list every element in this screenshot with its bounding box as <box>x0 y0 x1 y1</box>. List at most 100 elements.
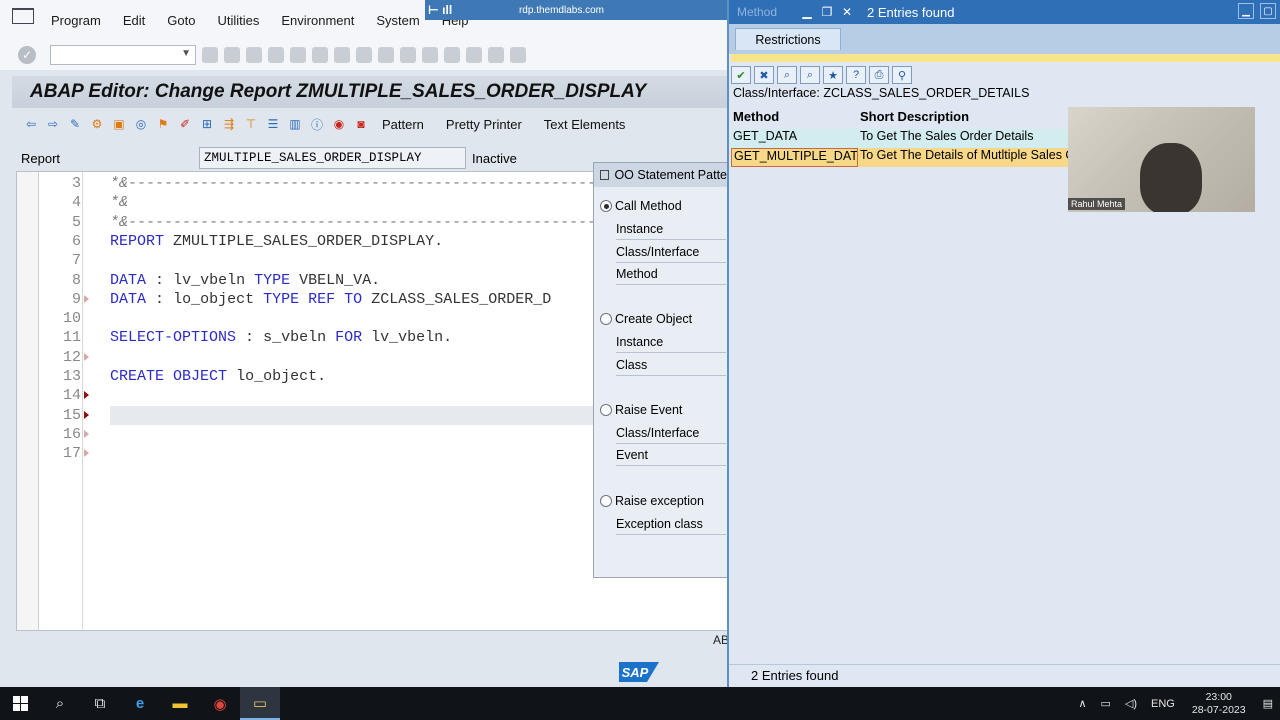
minimize-icon[interactable]: ▁ <box>797 5 817 19</box>
help-icon[interactable]: ? <box>846 66 866 84</box>
outline-icon[interactable]: ☰ <box>264 116 282 132</box>
call-method-option[interactable]: Call Method <box>600 199 682 213</box>
cancel-icon[interactable]: ✖ <box>754 66 774 84</box>
display-change-icon[interactable]: ✎ <box>66 116 84 132</box>
description-cell[interactable]: To Get The Details of Mutltiple Sales O <box>858 148 1071 167</box>
back-arrow-icon[interactable]: ⇦ <box>22 116 40 132</box>
activate-icon[interactable]: ⚑ <box>154 116 172 132</box>
next-page-icon[interactable] <box>400 47 416 63</box>
chevron-down-icon[interactable]: ▼ <box>181 48 191 59</box>
file-explorer-icon[interactable]: ▬ <box>160 687 200 720</box>
f4-maximize-icon[interactable]: ▢ <box>1260 3 1276 19</box>
menu-environment[interactable]: Environment <box>270 13 365 28</box>
class-interface-field-event[interactable]: Class/Interface <box>616 426 726 444</box>
command-field[interactable]: ▼ <box>50 45 196 65</box>
find-next-icon[interactable] <box>334 47 350 63</box>
where-used-icon[interactable]: ⊞ <box>198 116 216 132</box>
restrictions-toggle-bar[interactable] <box>731 54 1280 62</box>
create-object-radio[interactable] <box>600 313 612 325</box>
f4-minimize-icon[interactable]: ▁ <box>1238 3 1254 19</box>
forward-arrow-icon[interactable]: ⇨ <box>44 116 62 132</box>
active-inactive-icon[interactable]: ⚙ <box>88 116 106 132</box>
start-button[interactable] <box>0 687 40 720</box>
breakpoint-icon[interactable]: ◉ <box>330 116 348 132</box>
f4-status-bar: 2 Entries found <box>729 664 1280 686</box>
personalize-icon[interactable]: ⚲ <box>892 66 912 84</box>
first-page-icon[interactable] <box>356 47 372 63</box>
code-text: REPORT ZMULTIPLE_SALES_ORDER_DISPLAY. <box>110 232 444 250</box>
network-icon[interactable]: ▭ <box>1094 697 1118 710</box>
hierarchy-icon[interactable]: ⊤ <box>242 116 260 132</box>
print-icon[interactable]: ⎙ <box>869 66 889 84</box>
find-next-icon[interactable]: ⌕ <box>800 66 820 84</box>
event-field[interactable]: Event <box>616 448 726 466</box>
table-row[interactable]: GET_DATA To Get The Sales Order Details <box>731 129 1071 148</box>
last-page-icon[interactable] <box>422 47 438 63</box>
menu-utilities[interactable]: Utilities <box>206 13 270 28</box>
method-cell[interactable]: GET_MULTIPLE_DATA <box>731 148 858 167</box>
table-row-selected[interactable]: GET_MULTIPLE_DATA To Get The Details of … <box>731 148 1071 167</box>
new-session-icon[interactable] <box>444 47 460 63</box>
raise-event-radio[interactable] <box>600 404 612 416</box>
method-cell[interactable]: GET_DATA <box>731 129 858 148</box>
continue-icon[interactable]: ✔ <box>731 66 751 84</box>
menu-edit[interactable]: Edit <box>112 13 156 28</box>
task-view-icon[interactable]: ⧉ <box>80 687 120 720</box>
shortcut-icon[interactable] <box>466 47 482 63</box>
column-short-description[interactable]: Short Description <box>858 109 1071 129</box>
input-language[interactable]: ENG <box>1144 698 1182 710</box>
find-icon[interactable] <box>312 47 328 63</box>
column-method[interactable]: Method <box>731 109 858 129</box>
pin-icon[interactable]: ⊢ ıll <box>425 3 455 17</box>
pattern-button[interactable]: Pattern <box>382 117 424 132</box>
save-icon[interactable] <box>202 47 218 63</box>
description-cell[interactable]: To Get The Sales Order Details <box>858 129 1071 148</box>
enter-icon[interactable]: ✓ <box>18 46 36 64</box>
restore-icon[interactable]: ❐ <box>817 5 837 19</box>
window-menu-icon[interactable] <box>12 8 34 24</box>
print-icon[interactable] <box>290 47 306 63</box>
tray-overflow-icon[interactable]: ∧ <box>1071 697 1093 710</box>
split-screen-icon[interactable]: ▥ <box>286 116 304 132</box>
prev-page-icon[interactable] <box>378 47 394 63</box>
volume-icon[interactable]: ◁) <box>1118 697 1144 710</box>
instance-field-create[interactable]: Instance <box>616 335 726 353</box>
favorites-icon[interactable]: ★ <box>823 66 843 84</box>
sap-logon-icon[interactable]: ▭ <box>240 687 280 720</box>
instance-field[interactable]: Instance <box>616 222 726 240</box>
cancel-icon[interactable] <box>268 47 284 63</box>
class-interface-field[interactable]: Class/Interface <box>616 245 726 263</box>
text-elements-button[interactable]: Text Elements <box>544 117 626 132</box>
exit-icon[interactable] <box>246 47 262 63</box>
tab-restrictions[interactable]: Restrictions <box>735 28 841 50</box>
help-icon[interactable] <box>488 47 504 63</box>
test-icon[interactable]: ✐ <box>176 116 194 132</box>
exception-class-field[interactable]: Exception class <box>616 517 726 535</box>
search-icon[interactable]: ⌕ <box>40 687 80 720</box>
other-object-icon[interactable]: ▣ <box>110 116 128 132</box>
call-method-radio[interactable] <box>600 200 612 212</box>
menu-program[interactable]: Program <box>40 13 112 28</box>
navigation-icon[interactable]: ⇶ <box>220 116 238 132</box>
info-icon[interactable]: ⓘ <box>308 116 326 132</box>
edge-icon[interactable]: e <box>120 687 160 720</box>
back-icon[interactable] <box>224 47 240 63</box>
pretty-printer-button[interactable]: Pretty Printer <box>446 117 522 132</box>
check-icon[interactable]: ◎ <box>132 116 150 132</box>
class-field[interactable]: Class <box>616 358 726 376</box>
chrome-icon[interactable]: ◉ <box>200 687 240 720</box>
raise-exception-radio[interactable] <box>600 495 612 507</box>
close-icon[interactable]: ✕ <box>837 5 857 19</box>
raise-event-option[interactable]: Raise Event <box>600 403 682 417</box>
menu-system[interactable]: System <box>365 13 430 28</box>
external-breakpoint-icon[interactable]: ◙ <box>352 116 370 132</box>
report-status: Inactive <box>472 150 517 166</box>
notifications-icon[interactable]: ▤ <box>1256 697 1280 710</box>
menu-goto[interactable]: Goto <box>156 13 206 28</box>
method-field[interactable]: Method <box>616 267 726 285</box>
raise-exception-option[interactable]: Raise exception <box>600 494 704 508</box>
layout-icon[interactable] <box>510 47 526 63</box>
clock[interactable]: 23:00 28-07-2023 <box>1182 691 1256 717</box>
create-object-option[interactable]: Create Object <box>600 312 692 326</box>
find-icon[interactable]: ⌕ <box>777 66 797 84</box>
